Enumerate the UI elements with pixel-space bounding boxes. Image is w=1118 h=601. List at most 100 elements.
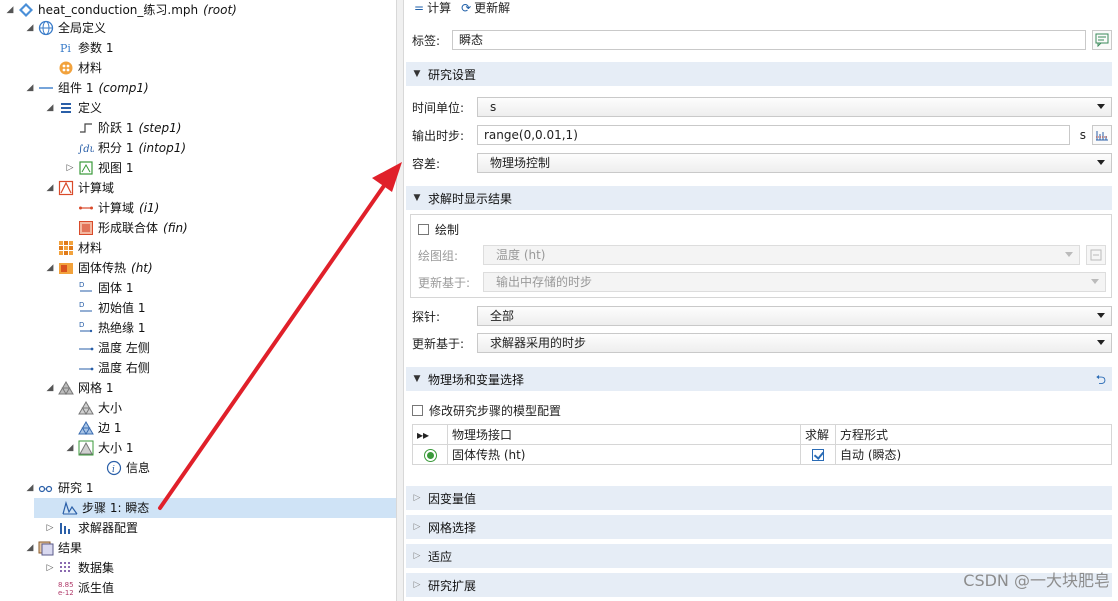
tree-integration[interactable]: ∫du 积分 1 (intop1) [76, 138, 186, 158]
tree-parameters[interactable]: Pi 参数 1 [56, 38, 113, 58]
tree-temperature-left[interactable]: 温度 左侧 [76, 338, 150, 358]
tree-step-function[interactable]: 阶跃 1 (step1) [76, 118, 181, 138]
tree-materials[interactable]: 材料 [56, 238, 102, 258]
time-unit-select[interactable]: s [477, 97, 1112, 117]
plot-group-value: 温度 (ht) [496, 248, 546, 262]
tree-solver-config[interactable]: ▷ 求解器配置 [44, 518, 138, 538]
dropdown-arrow-icon [1091, 279, 1099, 284]
collapse-icon[interactable]: ◢ [24, 538, 36, 558]
tree-interval-tag: (i1) [139, 201, 160, 215]
section-mesh-selection[interactable]: ▷ 网格选择 [406, 515, 1112, 539]
plot-checkbox[interactable] [418, 223, 429, 235]
tree-solver-config-label: 求解器配置 [78, 521, 139, 535]
tree-global-definitions[interactable]: ◢ 全局定义 [24, 18, 106, 38]
table-expand-icon[interactable]: ▸▸ [412, 424, 448, 445]
tree-root[interactable]: ◢ heat_conduction_练习.mph (root) [4, 0, 237, 20]
collapse-icon[interactable]: ◢ [44, 378, 56, 398]
interval-icon [78, 200, 94, 216]
label-caption: 标签: [412, 33, 441, 48]
active-radio-icon[interactable] [423, 448, 437, 462]
reset-icon[interactable]: ⮌ [1096, 371, 1106, 393]
update-solution-button[interactable]: ⟳ 更新解 [461, 1, 510, 15]
collapse-icon[interactable]: ◢ [44, 258, 56, 278]
tree-geometry[interactable]: ◢ 计算域 [44, 178, 114, 198]
table-row[interactable]: 固体传热 (ht) 自动 (瞬态) [412, 444, 1112, 465]
dropdown-arrow-icon [1097, 160, 1105, 165]
section-collapse-icon: ▼ [413, 69, 421, 79]
tree-geometry-label: 计算域 [78, 181, 115, 195]
time-unit-value: s [490, 100, 497, 114]
tree-mesh-size1[interactable]: ◢ 大小 1 [64, 438, 133, 458]
tree-study[interactable]: ◢ 研究 1 [24, 478, 94, 498]
update-at-label: 更新基于: [418, 275, 471, 290]
tree-thermal-insulation[interactable]: D 热绝缘 1 [76, 318, 145, 338]
tree-mesh-size[interactable]: 大小 [76, 398, 122, 418]
tree-info-label: 信息 [126, 461, 151, 475]
collapse-icon[interactable]: ◢ [44, 98, 56, 118]
tree-interval[interactable]: 计算域 (i1) [76, 198, 159, 218]
tree-step-transient[interactable]: 步骤 1: 瞬态 [34, 498, 396, 518]
tree-solid[interactable]: D 固体 1 [76, 278, 133, 298]
collapse-icon[interactable]: ◢ [44, 178, 56, 198]
svg-text:D: D [79, 301, 84, 309]
time-unit-label: 时间单位: [412, 100, 465, 115]
update-at-select[interactable]: 输出中存储的时步 [483, 272, 1106, 292]
tree-initial-values-label: 初始值 1 [98, 301, 146, 315]
tree-mesh-edge[interactable]: 边 1 [76, 418, 121, 438]
add-plot-icon [1090, 249, 1102, 261]
range-icon [1096, 131, 1108, 141]
label-input[interactable]: 瞬态 [452, 30, 1086, 50]
tree-derived-values[interactable]: 8.85 e-12 派生值 [56, 578, 114, 598]
compute-button[interactable]: = 计算 [414, 1, 451, 15]
plot-group-add-button[interactable] [1086, 245, 1106, 265]
section-physics-selection[interactable]: ▼ 物理场和变量选择 ⮌ [406, 367, 1112, 391]
update-at2-select[interactable]: 求解器采用的时步 [477, 333, 1112, 353]
expand-icon[interactable]: ▷ [44, 558, 56, 578]
solve-checkbox[interactable] [812, 449, 824, 461]
panel-splitter[interactable] [396, 0, 404, 601]
update-at2-value: 求解器采用的时步 [490, 336, 587, 350]
boundary-feature-icon: D [78, 320, 94, 336]
transient-step-icon [62, 500, 78, 516]
tree-info[interactable]: i 信息 [104, 458, 150, 478]
tree-definitions[interactable]: ◢ 定义 [44, 98, 102, 118]
modify-config-checkbox[interactable] [412, 404, 423, 416]
tree-view[interactable]: ▷ 视图 1 [64, 158, 134, 178]
dropdown-arrow-icon [1065, 252, 1073, 257]
collapse-icon[interactable]: ◢ [24, 18, 36, 38]
tree-materials-global-label: 材料 [78, 61, 103, 75]
tree-integration-label: 积分 1 [98, 141, 134, 155]
collapse-icon[interactable]: ◢ [24, 78, 36, 98]
section-expand-icon: ▷ [413, 522, 421, 532]
tolerance-value: 物理场控制 [490, 156, 551, 170]
materials-icon [58, 60, 74, 76]
tree-component[interactable]: ◢ 组件 1 (comp1) [24, 78, 149, 98]
tree-component-label: 组件 1 [58, 81, 94, 95]
domain-feature-icon: D [78, 300, 94, 316]
tree-materials-global[interactable]: 材料 [56, 58, 102, 78]
dropdown-arrow-icon [1097, 313, 1105, 318]
plot-group-select[interactable]: 温度 (ht) [483, 245, 1080, 265]
label-comment-button[interactable] [1092, 30, 1112, 50]
tree-initial-values[interactable]: D 初始值 1 [76, 298, 145, 318]
tree-heat-transfer[interactable]: ◢ 固体传热 (ht) [44, 258, 153, 278]
section-adaptation[interactable]: ▷ 适应 [406, 544, 1112, 568]
range-button[interactable] [1092, 125, 1112, 145]
tree-datasets[interactable]: ▷ 数据集 [44, 558, 114, 578]
tree-form-union[interactable]: 形成联合体 (fin) [76, 218, 188, 238]
tree-mesh[interactable]: ◢ 网格 1 [44, 378, 114, 398]
materials-grid-icon [58, 240, 74, 256]
collapse-icon[interactable]: ◢ [24, 478, 36, 498]
collapse-icon[interactable]: ◢ [4, 0, 16, 20]
expand-icon[interactable]: ▷ [44, 518, 56, 538]
probe-select[interactable]: 全部 [477, 306, 1112, 326]
section-results-while-solving[interactable]: ▼ 求解时显示结果 [406, 186, 1112, 210]
tree-results[interactable]: ◢ 结果 [24, 538, 82, 558]
output-times-input[interactable]: range(0,0.01,1) [477, 125, 1070, 145]
expand-icon[interactable]: ▷ [64, 158, 76, 178]
tolerance-select[interactable]: 物理场控制 [477, 153, 1112, 173]
section-dependent-values[interactable]: ▷ 因变量值 [406, 486, 1112, 510]
tree-temperature-right[interactable]: 温度 右侧 [76, 358, 150, 378]
section-study-settings[interactable]: ▼ 研究设置 [406, 62, 1112, 86]
collapse-icon[interactable]: ◢ [64, 438, 76, 458]
